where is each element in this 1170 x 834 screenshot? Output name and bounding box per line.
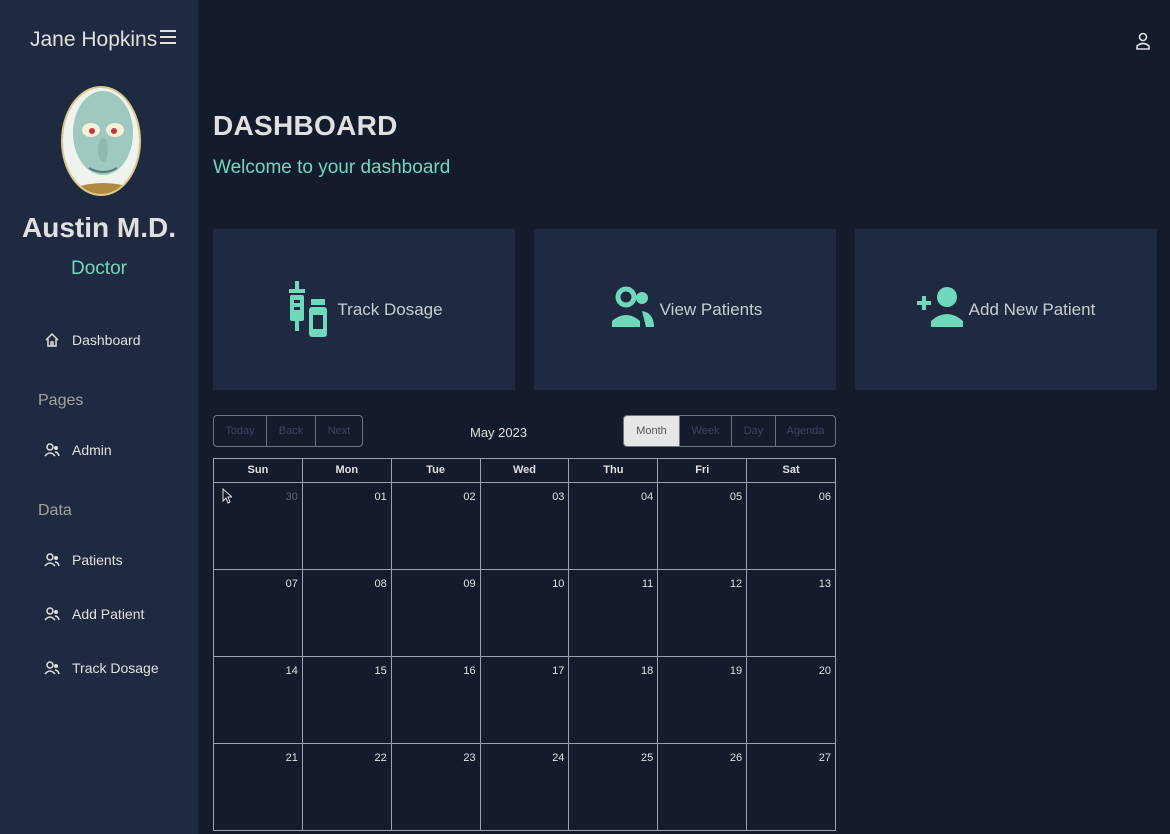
add-new-patient-card[interactable]: Add New Patient (855, 229, 1157, 390)
sidebar-item-label: Admin (72, 442, 112, 458)
calendar-day[interactable]: 21 (214, 744, 303, 830)
calendar-day[interactable]: 22 (303, 744, 392, 830)
calendar-day[interactable]: 26 (658, 744, 748, 830)
app-title: Jane Hopkins (30, 28, 158, 51)
calendar-day[interactable]: 06 (747, 483, 837, 569)
page-title: DASHBOARD (213, 110, 398, 141)
weekday-label: Wed (481, 459, 570, 482)
weekday-label: Sun (214, 459, 303, 482)
sidebar-item-dashboard[interactable]: Dashboard (44, 332, 141, 348)
sidebar-item-label: Patients (72, 552, 123, 568)
mouse-cursor-icon (222, 488, 232, 504)
calendar-day[interactable]: 17 (481, 657, 570, 743)
data-section-label: Data (38, 502, 72, 519)
calendar-week: 07 08 09 10 11 12 13 (214, 570, 837, 657)
calendar-nav-group: Today Back Next (213, 415, 363, 447)
people-icon (44, 607, 60, 621)
pages-section-label: Pages (38, 392, 84, 409)
calendar-day[interactable]: 16 (392, 657, 481, 743)
people-icon (44, 553, 60, 567)
home-icon (45, 332, 59, 347)
weekday-label: Tue (392, 459, 481, 482)
today-button[interactable]: Today (214, 416, 267, 446)
sidebar-item-add-patient[interactable]: Add Patient (44, 606, 144, 622)
menu-icon[interactable] (160, 30, 176, 46)
calendar-day[interactable]: 12 (658, 570, 748, 656)
sidebar-item-label: Dashboard (72, 332, 141, 348)
calendar-day[interactable]: 13 (747, 570, 837, 656)
person-icon[interactable] (1136, 32, 1150, 50)
calendar-day[interactable]: 19 (658, 657, 748, 743)
back-button[interactable]: Back (267, 416, 316, 446)
vaccines-icon (289, 280, 328, 337)
sidebar-item-label: Add Patient (72, 606, 145, 622)
calendar-title: May 2023 (470, 425, 528, 440)
calendar-day[interactable]: 09 (392, 570, 481, 656)
weekday-label: Fri (658, 459, 748, 482)
day-view-button[interactable]: Day (732, 416, 776, 446)
week-view-button[interactable]: Week (680, 416, 732, 446)
view-patients-card[interactable]: View Patients (534, 229, 836, 390)
calendar-view-group: Month Week Day Agenda (623, 415, 836, 447)
card-label: Add New Patient (968, 299, 1096, 319)
calendar-week: 21 22 23 24 25 26 27 (214, 744, 837, 831)
calendar-day[interactable]: 23 (392, 744, 481, 830)
page-subtitle: Welcome to your dashboard (213, 157, 451, 178)
people-icon (611, 286, 654, 327)
track-dosage-card[interactable]: Track Dosage (213, 229, 515, 390)
sidebar: Jane Hopkins Austin M.D. Doctor Dashboar… (0, 0, 198, 834)
calendar-day[interactable]: 14 (214, 657, 303, 743)
people-icon (44, 661, 60, 675)
calendar-day[interactable]: 15 (303, 657, 392, 743)
card-label: View Patients (659, 299, 763, 319)
weekday-label: Sat (747, 459, 837, 482)
month-view-button[interactable]: Month (624, 416, 680, 446)
calendar-day[interactable]: 24 (481, 744, 570, 830)
calendar-week: 30 01 02 03 04 05 06 (214, 483, 837, 570)
sidebar-item-track-dosage[interactable]: Track Dosage (44, 660, 159, 676)
calendar-day[interactable]: 27 (747, 744, 837, 830)
weekday-label: Thu (569, 459, 659, 482)
sidebar-item-patients[interactable]: Patients (44, 552, 123, 568)
sidebar-item-label: Track Dosage (72, 660, 159, 676)
avatar (61, 86, 141, 196)
calendar-day[interactable]: 07 (214, 570, 303, 656)
user-name: Austin M.D. (22, 212, 176, 243)
card-label: Track Dosage (337, 299, 443, 319)
calendar-day[interactable]: 08 (303, 570, 392, 656)
calendar-weekday-header: Sun Mon Tue Wed Thu Fri Sat (214, 458, 837, 483)
calendar-day[interactable]: 01 (303, 483, 392, 569)
people-icon (44, 443, 60, 457)
calendar-day[interactable]: 20 (747, 657, 837, 743)
calendar-day[interactable]: 02 (392, 483, 481, 569)
calendar-day[interactable]: 18 (569, 657, 659, 743)
calendar-week: 14 15 16 17 18 19 20 (214, 657, 837, 744)
calendar-day[interactable]: 03 (481, 483, 570, 569)
calendar-day[interactable]: 25 (569, 744, 659, 830)
next-button[interactable]: Next (316, 416, 362, 446)
calendar-day[interactable]: 04 (569, 483, 659, 569)
calendar-day[interactable]: 11 (569, 570, 659, 656)
user-role: Doctor (71, 258, 127, 279)
calendar-day[interactable]: 05 (658, 483, 748, 569)
calendar-grid: Sun Mon Tue Wed Thu Fri Sat 30 01 02 03 … (213, 458, 837, 831)
agenda-view-button[interactable]: Agenda (776, 416, 835, 446)
weekday-label: Mon (303, 459, 392, 482)
calendar-day[interactable]: 10 (481, 570, 570, 656)
sidebar-item-admin[interactable]: Admin (44, 442, 112, 458)
person-add-icon (916, 286, 963, 327)
